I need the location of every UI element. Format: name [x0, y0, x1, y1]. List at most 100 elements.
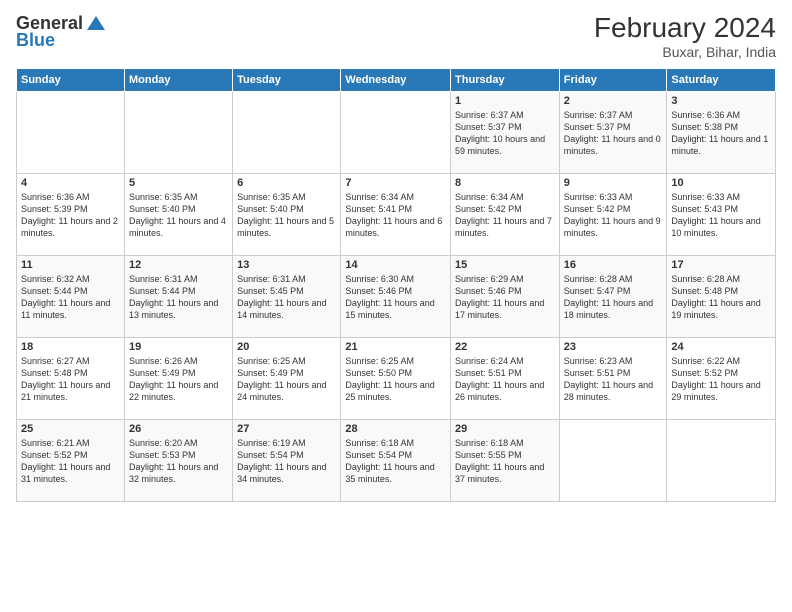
day-info: Sunrise: 6:28 AM Sunset: 5:47 PM Dayligh…: [564, 273, 663, 322]
day-info: Sunrise: 6:37 AM Sunset: 5:37 PM Dayligh…: [455, 109, 555, 158]
day-info: Sunrise: 6:25 AM Sunset: 5:50 PM Dayligh…: [345, 355, 446, 404]
day-header-thursday: Thursday: [451, 69, 560, 92]
calendar-cell: [17, 92, 125, 174]
day-info: Sunrise: 6:18 AM Sunset: 5:54 PM Dayligh…: [345, 437, 446, 486]
calendar-cell: 11 Sunrise: 6:32 AM Sunset: 5:44 PM Dayli…: [17, 256, 125, 338]
calendar-week-2: 4 Sunrise: 6:36 AM Sunset: 5:39 PM Daylig…: [17, 174, 776, 256]
day-number: 29: [455, 423, 555, 435]
day-number: 22: [455, 341, 555, 353]
calendar-cell: 10Sunrise: 6:33 AM Sunset: 5:43 PM Dayli…: [667, 174, 776, 256]
day-number: 7: [345, 177, 446, 189]
calendar-week-3: 11 Sunrise: 6:32 AM Sunset: 5:44 PM Dayli…: [17, 256, 776, 338]
calendar-cell: 15Sunrise: 6:29 AM Sunset: 5:46 PM Dayli…: [451, 256, 560, 338]
calendar-cell: 22 Sunrise: 6:24 AM Sunset: 5:51 PM Dayli…: [451, 338, 560, 420]
day-info: Sunrise: 6:28 AM Sunset: 5:48 PM Dayligh…: [671, 273, 771, 322]
day-number: 8: [455, 177, 555, 189]
day-number: 26: [129, 423, 228, 435]
day-number: 21: [345, 341, 446, 353]
day-info: Sunrise: 6:18 AM Sunset: 5:55 PM Dayligh…: [455, 437, 555, 486]
calendar-cell: 7Sunrise: 6:34 AM Sunset: 5:41 PM Daylig…: [341, 174, 451, 256]
calendar-cell: 12 Sunrise: 6:31 AM Sunset: 5:44 PM Dayli…: [124, 256, 232, 338]
day-info: Sunrise: 6:25 AM Sunset: 5:49 PM Dayligh…: [237, 355, 336, 404]
calendar-cell: 8 Sunrise: 6:34 AM Sunset: 5:42 PM Daylig…: [451, 174, 560, 256]
day-number: 28: [345, 423, 446, 435]
day-info: Sunrise: 6:36 AM Sunset: 5:39 PM Dayligh…: [21, 191, 120, 240]
day-info: Sunrise: 6:34 AM Sunset: 5:42 PM Dayligh…: [455, 191, 555, 240]
location-subtitle: Buxar, Bihar, India: [594, 44, 776, 60]
calendar-cell: 2 Sunrise: 6:37 AM Sunset: 5:37 PM Daylig…: [559, 92, 667, 174]
calendar-cell: 20 Sunrise: 6:25 AM Sunset: 5:49 PM Dayli…: [233, 338, 341, 420]
day-number: 6: [237, 177, 336, 189]
calendar-week-5: 25 Sunrise: 6:21 AM Sunset: 5:52 PM Dayli…: [17, 420, 776, 502]
calendar-cell: 26 Sunrise: 6:20 AM Sunset: 5:53 PM Dayli…: [124, 420, 232, 502]
day-info: Sunrise: 6:19 AM Sunset: 5:54 PM Dayligh…: [237, 437, 336, 486]
calendar-cell: 3 Sunrise: 6:36 AM Sunset: 5:38 PM Daylig…: [667, 92, 776, 174]
day-header-sunday: Sunday: [17, 69, 125, 92]
day-number: 17: [671, 259, 771, 271]
calendar-cell: 4 Sunrise: 6:36 AM Sunset: 5:39 PM Daylig…: [17, 174, 125, 256]
day-info: Sunrise: 6:27 AM Sunset: 5:48 PM Dayligh…: [21, 355, 120, 404]
title-section: February 2024 Buxar, Bihar, India: [594, 12, 776, 60]
calendar-cell: [124, 92, 232, 174]
day-info: Sunrise: 6:26 AM Sunset: 5:49 PM Dayligh…: [129, 355, 228, 404]
month-year-title: February 2024: [594, 12, 776, 44]
day-info: Sunrise: 6:33 AM Sunset: 5:43 PM Dayligh…: [671, 191, 771, 240]
calendar-header-row: SundayMondayTuesdayWednesdayThursdayFrid…: [17, 69, 776, 92]
day-info: Sunrise: 6:21 AM Sunset: 5:52 PM Dayligh…: [21, 437, 120, 486]
day-number: 20: [237, 341, 336, 353]
calendar-cell: 14 Sunrise: 6:30 AM Sunset: 5:46 PM Dayli…: [341, 256, 451, 338]
day-number: 3: [671, 95, 771, 107]
calendar-cell: 5 Sunrise: 6:35 AM Sunset: 5:40 PM Daylig…: [124, 174, 232, 256]
calendar-cell: [233, 92, 341, 174]
day-header-tuesday: Tuesday: [233, 69, 341, 92]
page: General Blue February 2024 Buxar, Bihar,…: [0, 0, 792, 612]
calendar-cell: [559, 420, 667, 502]
day-info: Sunrise: 6:35 AM Sunset: 5:40 PM Dayligh…: [237, 191, 336, 240]
logo: General Blue: [16, 12, 107, 51]
calendar-cell: 29 Sunrise: 6:18 AM Sunset: 5:55 PM Dayli…: [451, 420, 560, 502]
day-number: 27: [237, 423, 336, 435]
calendar-cell: 17 Sunrise: 6:28 AM Sunset: 5:48 PM Dayli…: [667, 256, 776, 338]
day-number: 23: [564, 341, 663, 353]
day-number: 19: [129, 341, 228, 353]
day-number: 14: [345, 259, 446, 271]
day-number: 9: [564, 177, 663, 189]
day-info: Sunrise: 6:23 AM Sunset: 5:51 PM Dayligh…: [564, 355, 663, 404]
day-number: 24: [671, 341, 771, 353]
day-info: Sunrise: 6:33 AM Sunset: 5:42 PM Dayligh…: [564, 191, 663, 240]
day-number: 4: [21, 177, 120, 189]
day-info: Sunrise: 6:30 AM Sunset: 5:46 PM Dayligh…: [345, 273, 446, 322]
calendar-cell: 6 Sunrise: 6:35 AM Sunset: 5:40 PM Daylig…: [233, 174, 341, 256]
calendar-table: SundayMondayTuesdayWednesdayThursdayFrid…: [16, 68, 776, 502]
day-number: 25: [21, 423, 120, 435]
day-number: 2: [564, 95, 663, 107]
calendar-cell: 21 Sunrise: 6:25 AM Sunset: 5:50 PM Dayli…: [341, 338, 451, 420]
calendar-cell: 28 Sunrise: 6:18 AM Sunset: 5:54 PM Dayli…: [341, 420, 451, 502]
day-number: 5: [129, 177, 228, 189]
calendar-cell: 23 Sunrise: 6:23 AM Sunset: 5:51 PM Dayli…: [559, 338, 667, 420]
day-info: Sunrise: 6:24 AM Sunset: 5:51 PM Dayligh…: [455, 355, 555, 404]
day-info: Sunrise: 6:32 AM Sunset: 5:44 PM Dayligh…: [21, 273, 120, 322]
day-number: 12: [129, 259, 228, 271]
calendar-cell: 13 Sunrise: 6:31 AM Sunset: 5:45 PM Dayli…: [233, 256, 341, 338]
day-info: Sunrise: 6:31 AM Sunset: 5:44 PM Dayligh…: [129, 273, 228, 322]
day-number: 11: [21, 259, 120, 271]
calendar-cell: 9 Sunrise: 6:33 AM Sunset: 5:42 PM Daylig…: [559, 174, 667, 256]
day-number: 18: [21, 341, 120, 353]
day-number: 13: [237, 259, 336, 271]
day-info: Sunrise: 6:37 AM Sunset: 5:37 PM Dayligh…: [564, 109, 663, 158]
calendar-cell: 27 Sunrise: 6:19 AM Sunset: 5:54 PM Dayli…: [233, 420, 341, 502]
day-header-monday: Monday: [124, 69, 232, 92]
calendar-cell: 16Sunrise: 6:28 AM Sunset: 5:47 PM Dayli…: [559, 256, 667, 338]
day-info: Sunrise: 6:29 AM Sunset: 5:46 PM Dayligh…: [455, 273, 555, 322]
calendar-week-4: 18 Sunrise: 6:27 AM Sunset: 5:48 PM Dayli…: [17, 338, 776, 420]
day-info: Sunrise: 6:31 AM Sunset: 5:45 PM Dayligh…: [237, 273, 336, 322]
day-info: Sunrise: 6:36 AM Sunset: 5:38 PM Dayligh…: [671, 109, 771, 158]
calendar-week-1: 1Sunrise: 6:37 AM Sunset: 5:37 PM Daylig…: [17, 92, 776, 174]
day-info: Sunrise: 6:20 AM Sunset: 5:53 PM Dayligh…: [129, 437, 228, 486]
logo-icon: [85, 12, 107, 34]
day-info: Sunrise: 6:22 AM Sunset: 5:52 PM Dayligh…: [671, 355, 771, 404]
calendar-cell: [341, 92, 451, 174]
day-info: Sunrise: 6:35 AM Sunset: 5:40 PM Dayligh…: [129, 191, 228, 240]
header: General Blue February 2024 Buxar, Bihar,…: [16, 12, 776, 60]
